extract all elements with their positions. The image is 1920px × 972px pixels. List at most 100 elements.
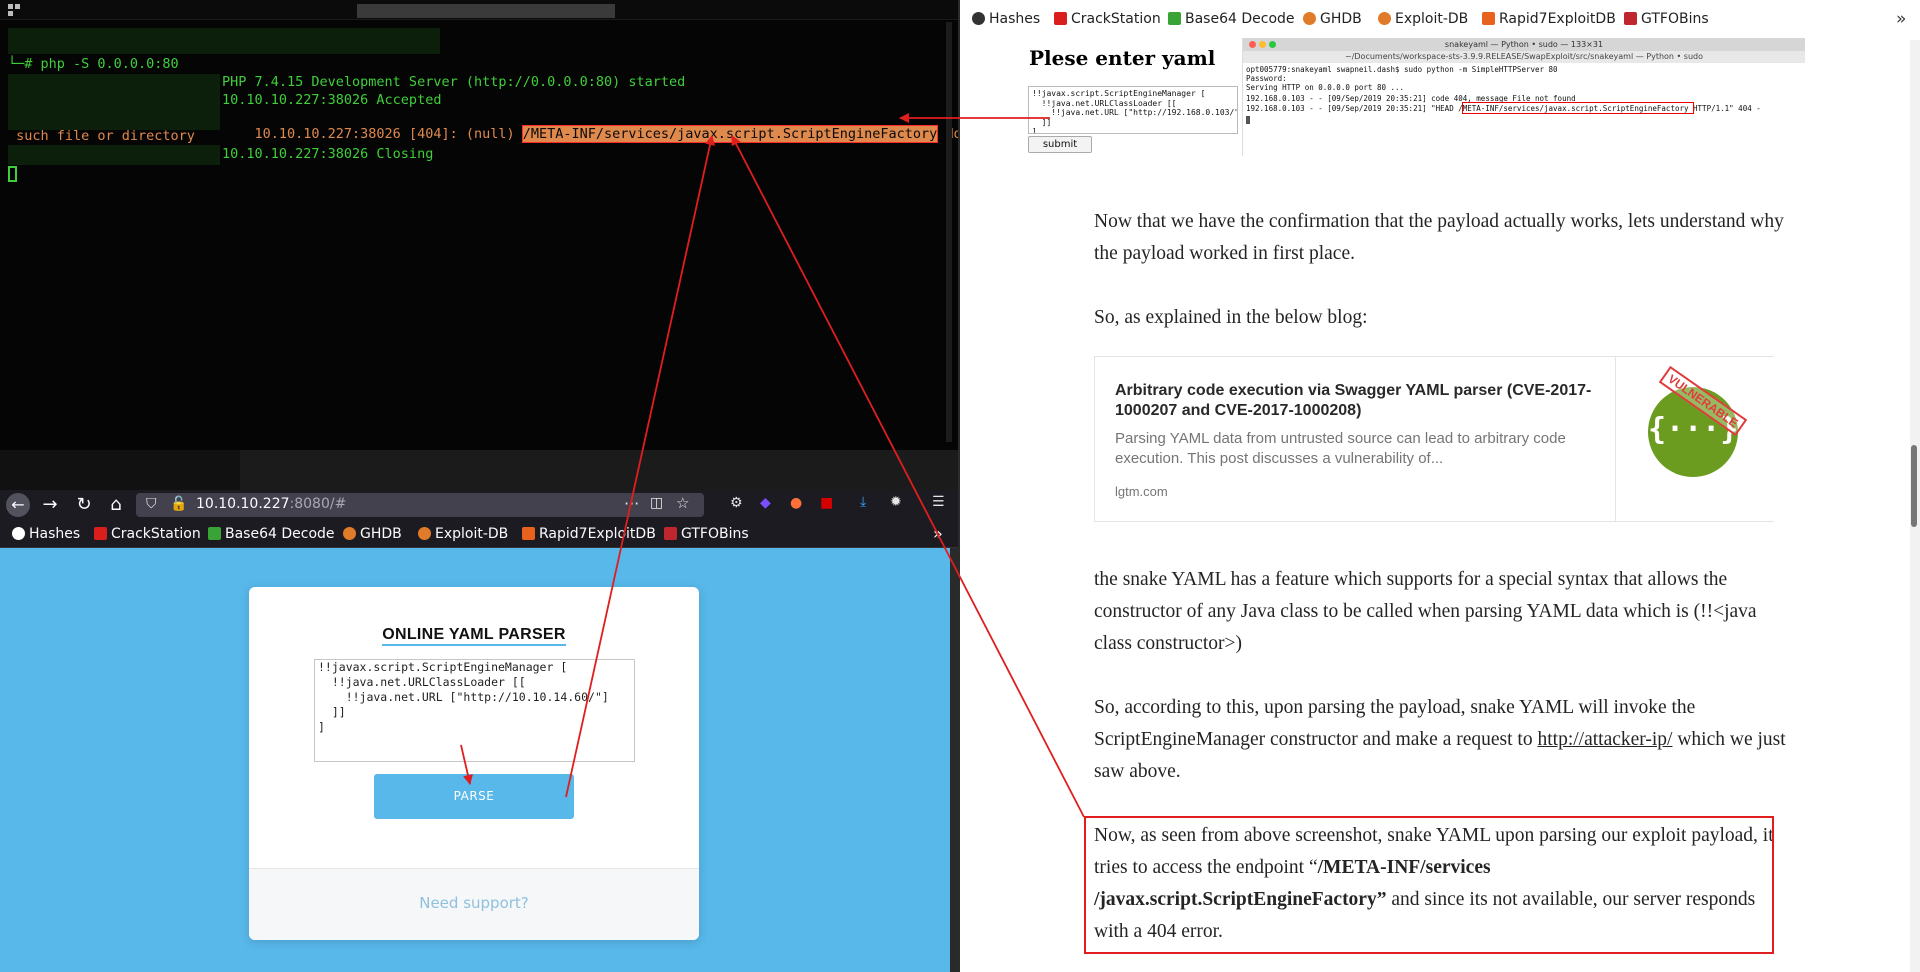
article-browser[interactable]: Hashes CrackStation Base64 Decode GHDB E… (960, 0, 1920, 972)
terminal-scrollbar[interactable] (946, 22, 952, 442)
bookmark-ghdb[interactable]: GHDB (1303, 11, 1362, 27)
terminal-window[interactable]: └─# php -S 0.0.0.0:80 PHP 7.4.15 Develop… (0, 0, 958, 450)
shield-icon[interactable]: ⛉ (146, 496, 157, 512)
gtfobins-icon (664, 527, 677, 540)
hashes-icon (972, 12, 985, 25)
terminal-titlebar (0, 0, 958, 20)
article-scroll-thumb[interactable] (1911, 445, 1917, 527)
bookmark-gtfobins[interactable]: GTFOBins (1624, 11, 1709, 27)
bookmark-gtfobins[interactable]: GTFOBins (664, 526, 749, 542)
forward-arrow-icon[interactable]: → (38, 493, 62, 517)
need-support-link[interactable]: Need support? (249, 894, 699, 912)
yaml-parser-page: ONLINE YAML PARSER !!javax.script.Script… (0, 548, 950, 972)
firefox-window[interactable]: ← → ↻ ⌂ ⛉ 🔓 10.10.10.227:8080/# ··· ◫ ☆ … (0, 490, 958, 972)
parse-button[interactable]: PARSE (374, 774, 574, 819)
link-card-domain: lgtm.com (1115, 484, 1168, 499)
hashes-icon (12, 527, 25, 540)
terminal-shade (8, 28, 440, 54)
firefox-toolbar: ← → ↻ ⌂ ⛉ 🔓 10.10.10.227:8080/# ··· ◫ ☆ … (0, 490, 958, 520)
crackstation-icon (1054, 12, 1067, 25)
bookmarks-bar: Hashes CrackStation Base64 Decode GHDB E… (0, 520, 958, 548)
bookmark-star-icon[interactable]: ☆ (676, 494, 689, 512)
bookmarks-bar: Hashes CrackStation Base64 Decode GHDB E… (960, 0, 1920, 40)
terminal-shade (8, 145, 220, 165)
terminal-404-text: 10.10.10.227:38026 [404]: (null) (254, 126, 523, 142)
rapid7-icon (522, 527, 535, 540)
embedded-submit-button: submit (1028, 136, 1092, 153)
download-icon[interactable]: ⤓ (860, 494, 866, 510)
base64-icon (208, 527, 221, 540)
pocket-icon[interactable]: ◫ (650, 495, 663, 511)
bookmark-crackstation[interactable]: CrackStation (94, 526, 201, 542)
parser-footer: Need support? (249, 868, 699, 940)
page-scrollbar[interactable] (950, 548, 958, 972)
embedded-heading: Plese enter yaml (1029, 46, 1216, 70)
link-preview-card[interactable]: Arbitrary code execution via Swagger YAM… (1094, 356, 1774, 522)
base64-icon (1168, 12, 1181, 25)
home-icon[interactable]: ⌂ (104, 493, 128, 517)
embedded-terminal-path: ~/Documents/workspace-sts-3.9.9.RELEASE/… (1243, 51, 1805, 63)
insecure-lock-icon[interactable]: 🔓 (170, 496, 187, 512)
bookmarks-overflow-icon[interactable]: » (1896, 9, 1906, 29)
terminal-line: 10.10.10.227:38026 Closing (222, 146, 434, 162)
embedded-textarea: !!javax.script.ScriptEngineManager [ !!j… (1028, 86, 1238, 134)
bookmark-hashes[interactable]: Hashes (972, 11, 1040, 27)
page-actions-icon[interactable]: ··· (624, 494, 639, 513)
article-scrollbar[interactable] (1910, 40, 1920, 972)
article-paragraph: the snake YAML has a feature which suppo… (1094, 569, 1757, 654)
hamburger-menu-icon[interactable]: ☰ (932, 494, 945, 510)
bookmark-hashes[interactable]: Hashes (12, 526, 80, 542)
url-text: 10.10.10.227:8080/# (196, 496, 346, 512)
embedded-terminal-title: snakeyaml — Python • sudo — 133×31 (1243, 38, 1805, 51)
back-arrow-icon[interactable]: ← (6, 493, 30, 517)
reload-icon[interactable]: ↻ (72, 493, 96, 517)
extension-icon[interactable]: ◆ (760, 495, 771, 511)
bookmark-rapid7[interactable]: Rapid7ExploitDB (522, 526, 656, 542)
terminal-cursor (8, 166, 17, 182)
bookmark-base64[interactable]: Base64 Decode (1168, 11, 1295, 27)
bookmark-ghdb[interactable]: GHDB (343, 526, 402, 542)
highlight-box (1084, 816, 1774, 954)
gtfobins-icon (1624, 12, 1637, 25)
terminal-line: PHP 7.4.15 Development Server (http://0.… (222, 74, 686, 90)
bookmark-exploitdb[interactable]: Exploit-DB (418, 526, 508, 542)
yaml-input[interactable]: !!javax.script.ScriptEngineManager [ !!j… (314, 659, 635, 762)
exploitdb-icon (1378, 12, 1391, 25)
parser-title: ONLINE YAML PARSER (249, 626, 699, 646)
close-dot-icon (1249, 41, 1256, 48)
bookmark-rapid7[interactable]: Rapid7ExploitDB (1482, 11, 1616, 27)
article-paragraph: So, as explained in the below blog: (1094, 307, 1368, 328)
bookmark-base64[interactable]: Base64 Decode (208, 526, 335, 542)
settings-gear-icon[interactable]: ✹ (890, 494, 902, 510)
terminal-footer-bar (240, 450, 958, 490)
article-paragraph: So, according to this, upon parsing the … (1094, 697, 1786, 782)
url-bar[interactable]: ⛉ 🔓 10.10.10.227:8080/# ··· ◫ ☆ (136, 493, 704, 517)
terminal-shade (8, 74, 220, 130)
crackstation-icon (94, 527, 107, 540)
terminal-prompt: └─# php -S 0.0.0.0:80 (8, 56, 179, 72)
foxyproxy-icon[interactable]: ● (790, 495, 802, 511)
article-paragraph: Now that we have the confirmation that t… (1094, 211, 1784, 264)
minimize-dot-icon (1259, 41, 1266, 48)
bookmark-crackstation[interactable]: CrackStation (1054, 11, 1161, 27)
embedded-terminal: snakeyaml — Python • sudo — 133×31 ~/Doc… (1242, 38, 1805, 156)
embedded-terminal-line: Password: (1246, 74, 1287, 83)
exploitdb-icon (418, 527, 431, 540)
maximize-dot-icon (1269, 41, 1276, 48)
terminal-line: such file or directory (8, 128, 195, 144)
ghdb-icon (1303, 12, 1316, 25)
embedded-terminal-line: Serving HTTP on 0.0.0.0 port 80 ... (1246, 83, 1405, 92)
bookmarks-overflow-icon[interactable]: » (933, 524, 943, 543)
terminal-requested-path: /META-INF/services/javax.script.ScriptEn… (521, 125, 939, 143)
grid-menu-icon[interactable] (8, 4, 20, 16)
parser-card: ONLINE YAML PARSER !!javax.script.Script… (249, 587, 699, 940)
rapid7-icon (1482, 12, 1495, 25)
attacker-ip-link[interactable]: http://attacker-ip/ (1537, 729, 1672, 750)
container-icon[interactable]: ⚙ (730, 495, 743, 511)
url-port-path: :8080/# (289, 496, 347, 512)
embedded-highlight-box (1462, 102, 1694, 114)
embedded-cursor (1246, 116, 1250, 124)
bookmark-exploitdb[interactable]: Exploit-DB (1378, 11, 1468, 27)
terminal-tab-indicator (357, 4, 615, 18)
ublock-icon[interactable]: ■ (820, 495, 833, 511)
